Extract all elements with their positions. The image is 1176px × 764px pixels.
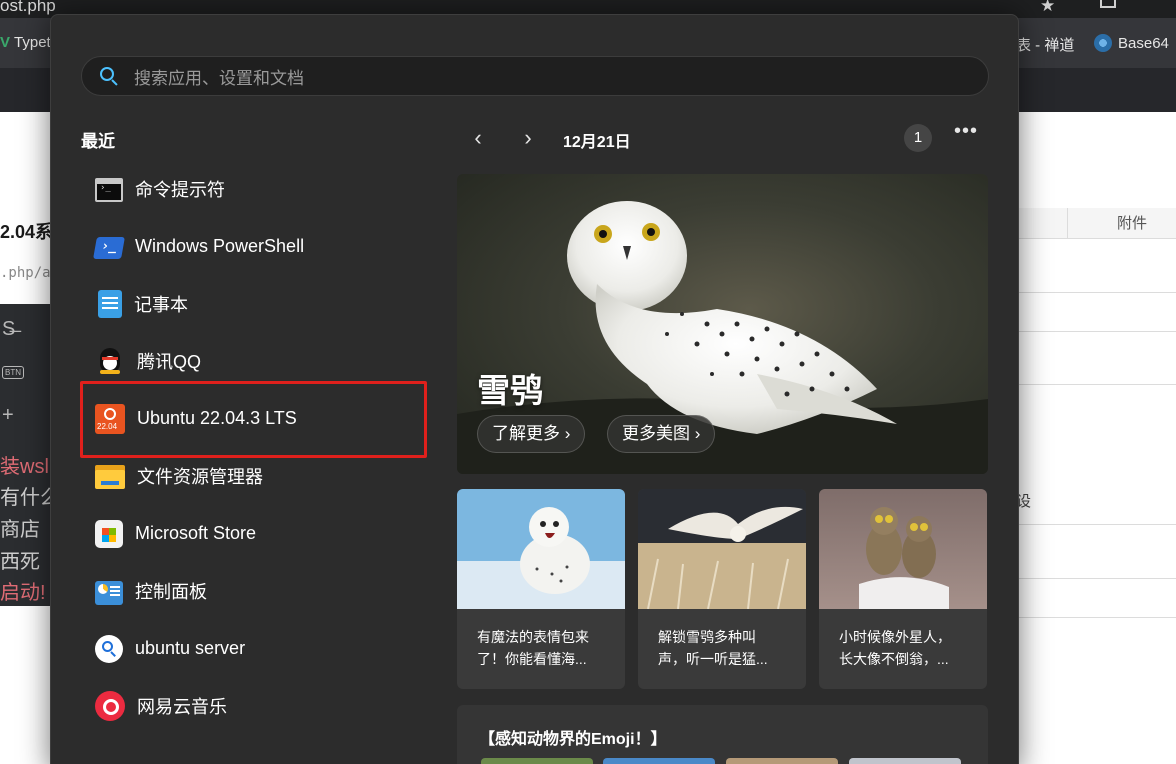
bg-page-path: .php/a: [0, 265, 51, 281]
strikethrough-icon[interactable]: S̶: [2, 318, 15, 341]
chevron-left-icon[interactable]: ‹: [467, 127, 489, 149]
bookmark-label: Base64: [1118, 34, 1169, 52]
flying-owl-image: [638, 489, 806, 609]
editor-line: 启动!: [0, 582, 46, 604]
notepad-icon: [98, 289, 122, 318]
bookmark-base64[interactable]: Base64: [1094, 34, 1169, 52]
card-text: 小时候像外星人， 长大像不倒翁，...: [839, 629, 951, 667]
app-label: Ubuntu 22.04.3 LTS: [137, 408, 297, 429]
search-icon: [95, 634, 123, 663]
cmd-icon: [95, 178, 123, 203]
bookmark-zentao[interactable]: 表 - 禅道: [1016, 34, 1074, 55]
btn-icon[interactable]: BTN: [2, 366, 24, 379]
app-label: Microsoft Store: [135, 523, 257, 544]
thumbnail-image: [481, 758, 593, 764]
app-label: 命令提示符: [135, 179, 225, 200]
v-logo-icon: V: [0, 34, 11, 51]
bg-page-title: 2.04系: [0, 222, 54, 242]
bottom-card-title: 【感知动物界的Emoji！】: [479, 731, 667, 748]
owl-meme-image: [457, 489, 625, 609]
search-box[interactable]: 搜索应用、设置和文档: [81, 56, 989, 96]
netease-music-icon: [95, 691, 125, 722]
folder-icon: [95, 461, 125, 491]
editor-line: 装wsl: [0, 456, 49, 478]
chevron-right-icon[interactable]: ›: [517, 127, 539, 149]
thumbnail-image: [726, 758, 838, 764]
recent-title: 最近: [81, 132, 115, 151]
bottom-news-card[interactable]: 【感知动物界的Emoji！】: [457, 705, 988, 764]
widget-date: 12月21日: [563, 134, 631, 151]
url-fragment: ost.php: [0, 0, 56, 15]
more-images-button[interactable]: 更多美图 ›: [607, 415, 716, 453]
news-card[interactable]: 有魔法的表情包来 了！你能看懂海...: [457, 489, 625, 689]
app-item-notepad[interactable]: 记事本: [81, 275, 427, 333]
table-row: [1018, 331, 1176, 332]
bookmark-star-icon[interactable]: ★: [1040, 0, 1055, 16]
store-icon: [95, 519, 123, 548]
table-row: [1018, 578, 1176, 579]
search-placeholder: 搜索应用、设置和文档: [134, 68, 304, 88]
powershell-icon: [93, 237, 125, 260]
app-item-powershell[interactable]: Windows PowerShell: [81, 218, 427, 276]
news-card[interactable]: 小时候像外星人， 长大像不倒翁，...: [819, 489, 987, 689]
news-card[interactable]: 解锁雪鸮多种叫 声，听一听是猛...: [638, 489, 806, 689]
table-row: [1018, 384, 1176, 385]
base64-icon: [1094, 34, 1112, 52]
app-item-netease-music[interactable]: 网易云音乐: [81, 678, 427, 736]
app-item-store[interactable]: Microsoft Store: [81, 505, 427, 563]
plus-icon[interactable]: +: [2, 404, 14, 427]
start-menu: 搜索应用、设置和文档 最近 命令提示符 Windows PowerShell 记…: [50, 14, 1019, 764]
app-item-control-panel[interactable]: 控制面板: [81, 563, 427, 621]
more-options-icon[interactable]: •••: [954, 120, 978, 143]
app-item-cmd[interactable]: 命令提示符: [81, 160, 427, 218]
table-row: [1018, 617, 1176, 618]
recent-app-list: 命令提示符 Windows PowerShell 记事本 腾讯QQ 22.04 …: [81, 160, 427, 735]
two-owls-image: [819, 489, 987, 609]
thumbnail-image: [603, 758, 715, 764]
app-item-file-explorer[interactable]: 文件资源管理器: [81, 448, 427, 506]
bookmark-typet[interactable]: V Typet: [0, 34, 51, 51]
card-text: 有魔法的表情包来 了！你能看懂海...: [477, 629, 589, 667]
table-header-attachment: 附件: [1116, 215, 1147, 232]
hero-card[interactable]: 雪鸮 了解更多 › 更多美图 ›: [457, 174, 988, 474]
learn-more-button[interactable]: 了解更多 ›: [477, 415, 586, 453]
hero-title: 雪鸮: [477, 372, 543, 409]
ubuntu-icon: 22.04: [95, 403, 125, 434]
app-item-ubuntu-server[interactable]: ubuntu server: [81, 620, 427, 678]
notification-badge[interactable]: 1: [904, 124, 932, 152]
app-label: 网易云音乐: [137, 697, 227, 718]
table-row: [1018, 292, 1176, 293]
editor-line: 西死: [0, 551, 40, 573]
app-label: 控制面板: [135, 582, 207, 603]
qq-icon: [95, 346, 125, 376]
control-panel-icon: [95, 580, 123, 605]
app-label: 腾讯QQ: [137, 352, 202, 373]
bookmark-label: Typet: [14, 34, 51, 51]
thumbnail-image: [849, 758, 961, 764]
app-label: 记事本: [134, 294, 188, 315]
table-row: [1018, 524, 1176, 525]
editor-line: 商店: [0, 519, 40, 541]
app-item-qq[interactable]: 腾讯QQ: [81, 333, 427, 391]
search-icon: [100, 67, 118, 86]
app-label: Windows PowerShell: [135, 235, 305, 256]
app-label: ubuntu server: [135, 638, 246, 659]
app-item-ubuntu[interactable]: 22.04 Ubuntu 22.04.3 LTS: [81, 390, 427, 448]
bg-table: 附件: [1018, 208, 1176, 239]
extension-icon[interactable]: [1100, 0, 1116, 8]
card-text: 解锁雪鸮多种叫 声，听一听是猛...: [658, 629, 768, 667]
app-label: 文件资源管理器: [137, 467, 263, 488]
